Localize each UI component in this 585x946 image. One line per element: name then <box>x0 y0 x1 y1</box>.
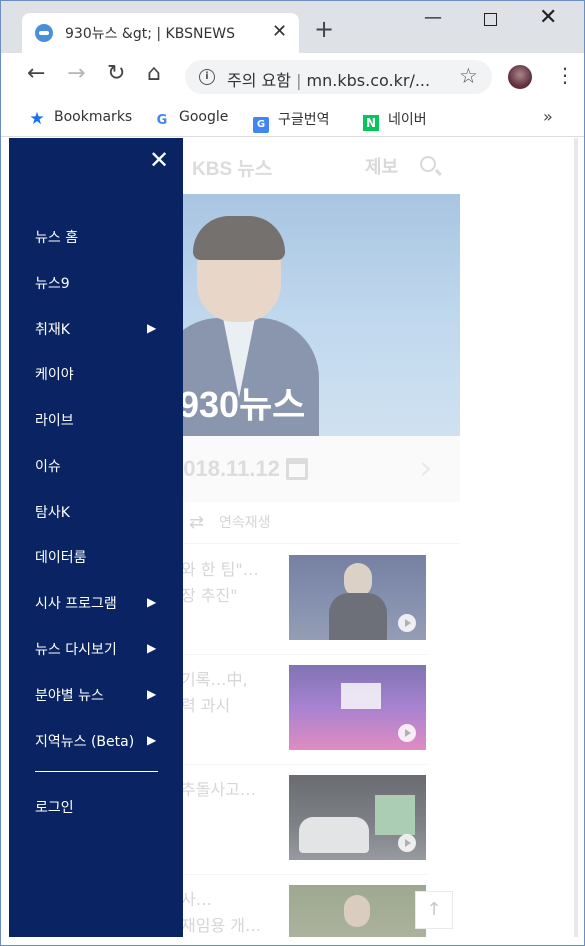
info-icon[interactable]: i <box>199 69 215 85</box>
bookmarks-bar: ★ Bookmarks G Google G 구글번역 N 네이버 » <box>1 101 584 137</box>
tab-close-icon[interactable]: ✕ <box>272 21 287 42</box>
google-translate-icon: G <box>253 117 269 133</box>
menu-item-news9[interactable]: 뉴스9 <box>35 273 165 295</box>
menu-item-label: 뉴스9 <box>35 276 70 292</box>
login-label: 로그인 <box>35 800 74 816</box>
menu-item-label: 지역뉴스 (Beta) <box>35 734 135 750</box>
maximize-button[interactable] <box>484 13 497 26</box>
page-viewport: KBS 뉴스 제보 930뉴스 2018.11.12 › ⇄ 연속재생 와 한 … <box>9 138 578 937</box>
expand-arrow-icon[interactable]: ▶ <box>147 687 156 701</box>
menu-item-current-affairs[interactable]: 시사 프로그램 ▶ <box>35 593 165 615</box>
page-dim-overlay[interactable] <box>183 138 460 937</box>
profile-avatar[interactable] <box>508 65 532 89</box>
menu-item-label: 탐사K <box>35 505 70 521</box>
naver-icon: N <box>363 115 379 131</box>
menu-item-label: 뉴스 홈 <box>35 230 79 246</box>
menu-item-label: 이슈 <box>35 459 61 475</box>
browser-toolbar: ← → ↻ ⌂ i 주의 요함 | mn.kbs.co.kr/... ☆ ⋮ <box>1 53 584 101</box>
security-label: 주의 요함 <box>227 71 291 90</box>
bookmarks-more-icon[interactable]: » <box>543 107 553 126</box>
side-menu: ✕ 뉴스 홈 뉴스9 취재K ▶ 케이야 라이브 이슈 탐사K 데이터룸 시사 프… <box>9 138 183 937</box>
menu-item-news-replay[interactable]: 뉴스 다시보기 ▶ <box>35 639 165 661</box>
menu-item-news-home[interactable]: 뉴스 홈 <box>35 227 165 249</box>
menu-item-label: 취재K <box>35 322 70 338</box>
menu-item-news-by-field[interactable]: 분야별 뉴스 ▶ <box>35 685 165 707</box>
expand-arrow-icon[interactable]: ▶ <box>147 321 156 335</box>
address-text: 주의 요함 | mn.kbs.co.kr/... <box>227 71 431 90</box>
google-icon: G <box>156 113 168 128</box>
menu-item-label: 데이터룸 <box>35 550 87 566</box>
browser-menu-icon[interactable]: ⋮ <box>555 63 575 87</box>
bookmark-star-icon[interactable]: ☆ <box>459 64 478 88</box>
browser-window: 930뉴스 &gt; | KBSNEWS ✕ + — ✕ ← → ↻ ⌂ i 주… <box>0 0 585 946</box>
menu-item-issue[interactable]: 이슈 <box>35 456 165 478</box>
close-icon[interactable]: ✕ <box>149 148 169 172</box>
expand-arrow-icon[interactable]: ▶ <box>147 595 156 609</box>
bookmark-star-icon: ★ <box>29 109 45 129</box>
menu-item-investigative-k[interactable]: 탐사K <box>35 502 165 524</box>
tab-title: 930뉴스 &gt; | KBSNEWS <box>65 26 236 42</box>
menu-item-regional-news[interactable]: 지역뉴스 (Beta) ▶ <box>35 731 165 753</box>
login-link[interactable]: 로그인 <box>35 797 165 819</box>
side-panel <box>574 138 578 937</box>
bookmark-google-translate[interactable]: G 구글번역 <box>253 109 330 133</box>
close-window-button[interactable]: ✕ <box>539 5 557 30</box>
menu-item-label: 라이브 <box>35 413 74 429</box>
expand-arrow-icon[interactable]: ▶ <box>147 641 156 655</box>
menu-item-live[interactable]: 라이브 <box>35 410 165 432</box>
expand-arrow-icon[interactable]: ▶ <box>147 733 156 747</box>
menu-item-keiya[interactable]: 케이야 <box>35 364 165 386</box>
menu-item-reporting-k[interactable]: 취재K ▶ <box>35 319 165 341</box>
minimize-button[interactable]: — <box>424 7 442 28</box>
home-button[interactable]: ⌂ <box>147 63 161 85</box>
menu-item-label: 뉴스 다시보기 <box>35 642 117 658</box>
new-tab-button[interactable]: + <box>314 17 334 41</box>
menu-item-label: 분야별 뉴스 <box>35 688 104 704</box>
bookmark-label: Google <box>179 109 229 125</box>
address-bar[interactable]: i 주의 요함 | mn.kbs.co.kr/... ☆ <box>185 60 492 94</box>
kbs-favicon-icon <box>35 24 53 42</box>
menu-item-label: 시사 프로그램 <box>35 596 117 612</box>
reload-button[interactable]: ↻ <box>107 63 125 85</box>
bookmark-bookmarks[interactable]: ★ Bookmarks <box>29 109 133 129</box>
menu-divider <box>35 771 158 772</box>
browser-tab[interactable]: 930뉴스 &gt; | KBSNEWS ✕ <box>22 13 299 53</box>
back-button[interactable]: ← <box>27 63 45 85</box>
bookmark-google[interactable]: G Google <box>154 109 229 129</box>
bookmark-naver[interactable]: N 네이버 <box>363 109 427 131</box>
bookmark-label: Bookmarks <box>54 109 133 125</box>
url-text: mn.kbs.co.kr/... <box>306 71 431 90</box>
bookmark-label: 구글번역 <box>278 112 330 128</box>
forward-button[interactable]: → <box>67 63 85 85</box>
menu-item-label: 케이야 <box>35 367 74 383</box>
menu-item-dataroom[interactable]: 데이터룸 <box>35 547 165 569</box>
title-bar: 930뉴스 &gt; | KBSNEWS ✕ + — ✕ <box>1 1 584 53</box>
bookmark-label: 네이버 <box>388 112 427 128</box>
